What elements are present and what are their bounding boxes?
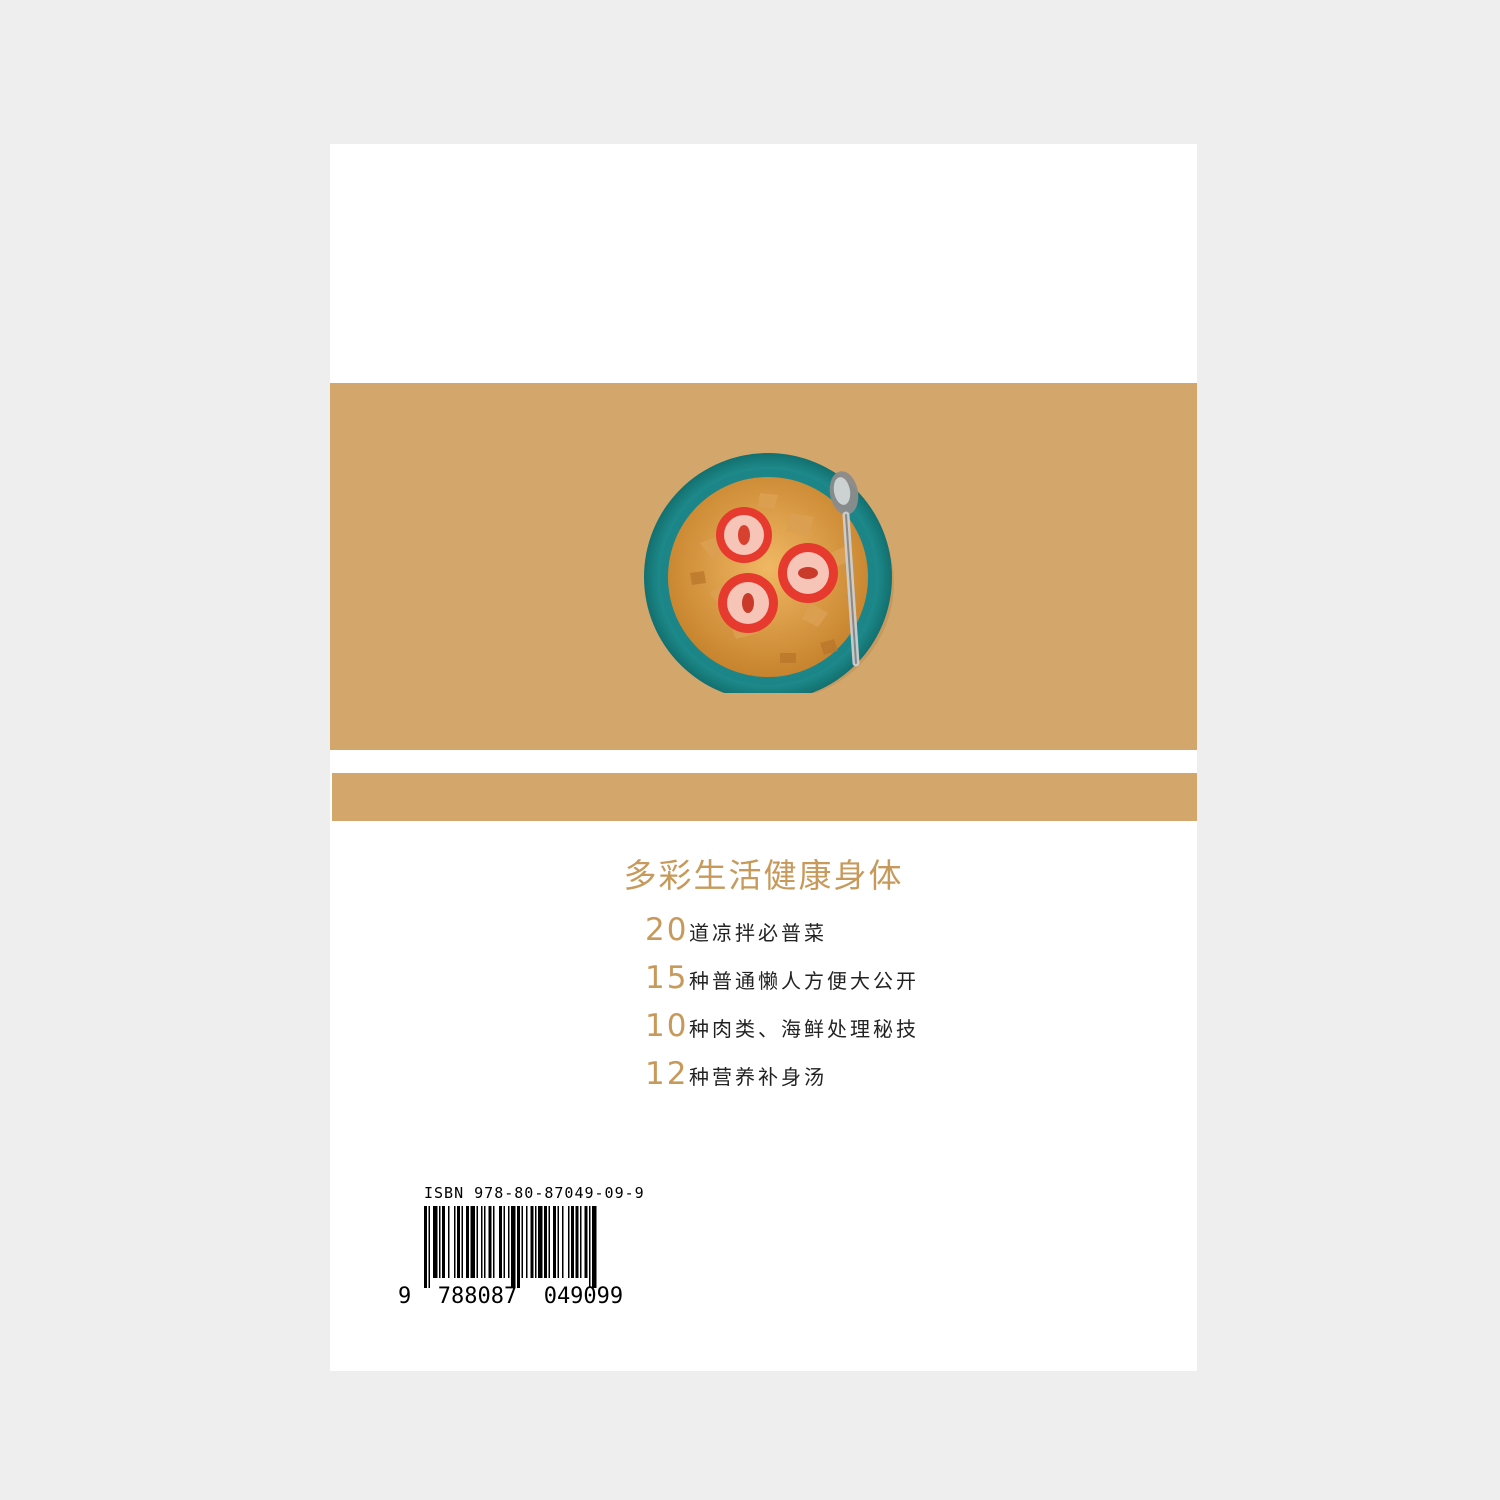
- barcode-bar: [589, 1206, 591, 1288]
- barcode-bar: [466, 1206, 469, 1278]
- barcode-bar: [442, 1206, 445, 1278]
- barcode-bar: [580, 1206, 582, 1278]
- barcode-bar: [584, 1206, 588, 1278]
- barcode-bar: [535, 1206, 537, 1278]
- feature-count: 12: [645, 1056, 689, 1092]
- barcode-bar: [575, 1206, 579, 1278]
- feature-count: 15: [645, 960, 689, 996]
- accent-stripe: [332, 773, 1197, 821]
- feature-item: 15 种普通懒人方便大公开: [645, 960, 919, 1008]
- feature-item: 10 种肉类、海鲜处理秘技: [645, 1008, 919, 1056]
- feature-count: 10: [645, 1008, 689, 1044]
- barcode-bar: [470, 1206, 475, 1278]
- barcode-bar: [562, 1206, 564, 1278]
- feature-text: 种普通懒人方便大公开: [689, 969, 919, 993]
- feature-text: 种营养补身汤: [689, 1065, 827, 1089]
- isbn-digits: 9 788087 049099: [398, 1284, 624, 1309]
- barcode-bar: [548, 1206, 550, 1278]
- barcode-bar: [526, 1206, 528, 1278]
- barcode-bar: [592, 1206, 597, 1288]
- barcode-bar: [557, 1206, 559, 1278]
- barcode-bar: [503, 1206, 505, 1278]
- feature-count: 20: [645, 912, 689, 948]
- barcode-bar: [530, 1206, 534, 1278]
- barcode-bar: [508, 1206, 510, 1278]
- slogan: 多彩生活健康身体: [623, 856, 904, 895]
- barcode-bar: [476, 1206, 478, 1278]
- accent-band: [330, 383, 1197, 750]
- barcode-bar: [553, 1206, 556, 1278]
- barcode-bar: [517, 1206, 520, 1288]
- book-back-cover: 多彩生活健康身体 20 道凉拌必普菜 15 种普通懒人方便大公开 10 种肉类、…: [330, 144, 1197, 1371]
- isbn-label: ISBN 978-80-87049-09-9: [424, 1184, 645, 1202]
- barcode-bar: [571, 1206, 574, 1278]
- barcode-bar: [448, 1206, 450, 1278]
- barcode-bar: [481, 1206, 483, 1278]
- feature-item: 12 种营养补身汤: [645, 1056, 919, 1104]
- barcode-bar: [457, 1206, 460, 1278]
- barcode-bar: [461, 1206, 463, 1278]
- barcode-bar: [511, 1206, 516, 1288]
- barcode-bar: [424, 1206, 427, 1288]
- barcode-bar: [544, 1206, 547, 1278]
- isbn-barcode-block: ISBN 978-80-87049-09-9 9 788087 049099: [398, 1184, 648, 1314]
- barcode-bar: [439, 1206, 441, 1278]
- feature-list: 20 道凉拌必普菜 15 种普通懒人方便大公开 10 种肉类、海鲜处理秘技 12…: [645, 912, 919, 1104]
- feature-text: 种肉类、海鲜处理秘技: [689, 1017, 919, 1041]
- barcode-bar: [538, 1206, 543, 1278]
- cereal-bowl-image: [644, 453, 894, 693]
- feature-text: 道凉拌必普菜: [689, 921, 827, 945]
- barcode-bar: [499, 1206, 502, 1278]
- barcode-bar: [428, 1206, 430, 1288]
- barcode-bar: [488, 1206, 492, 1278]
- barcode-bar: [454, 1206, 456, 1278]
- barcode-bar: [493, 1206, 495, 1278]
- barcode-bar: [484, 1206, 486, 1278]
- barcode-bar: [433, 1206, 438, 1278]
- barcode-bar: [568, 1206, 570, 1278]
- barcode-icon: [424, 1206, 597, 1288]
- barcode-bar: [521, 1206, 523, 1278]
- feature-item: 20 道凉拌必普菜: [645, 912, 919, 960]
